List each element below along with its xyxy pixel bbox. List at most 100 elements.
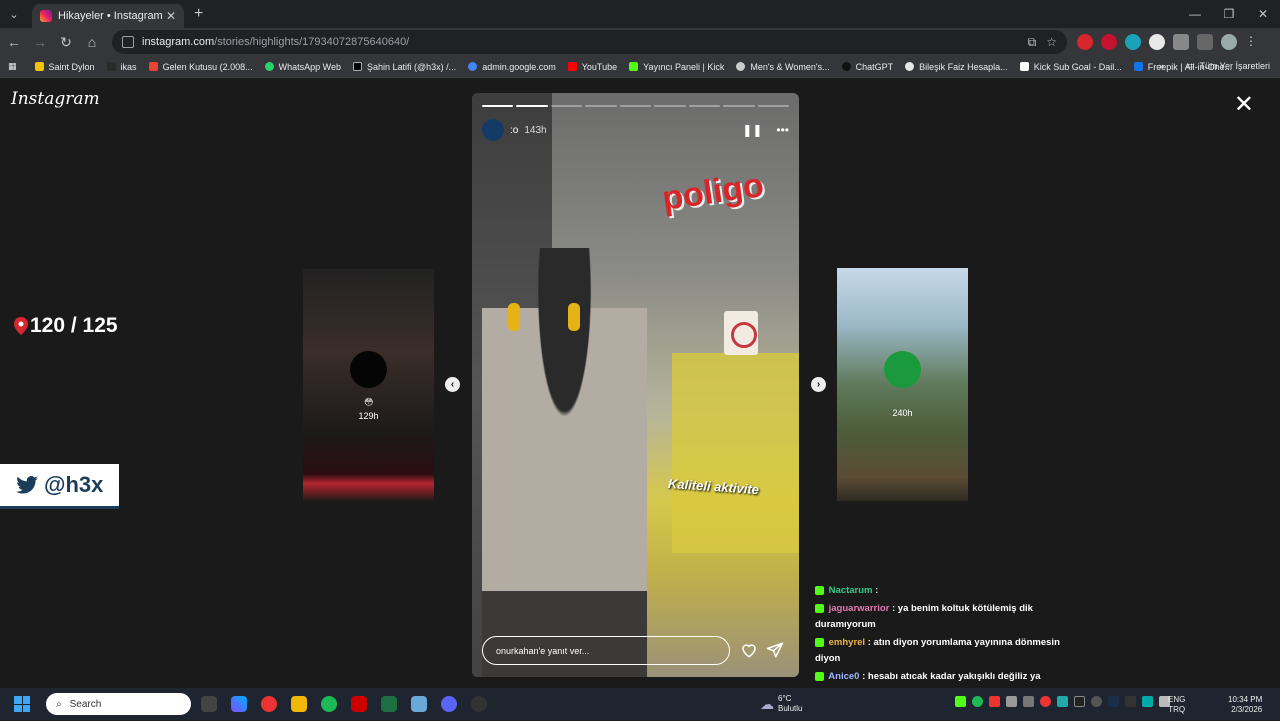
- extension-icon[interactable]: [1149, 34, 1165, 50]
- spotify-icon[interactable]: [321, 696, 337, 712]
- story-time: 129h: [358, 411, 379, 421]
- address-bar[interactable]: instagram.com/stories/highlights/1793407…: [112, 30, 1067, 54]
- current-story[interactable]: poligo :o 143h ❚❚ ••• Kaliteli aktivite …: [472, 93, 799, 677]
- tray-icon[interactable]: [1142, 696, 1153, 707]
- site-info-icon[interactable]: [122, 36, 134, 48]
- bookmark-label: Bileşik Faiz Hesapla...: [919, 61, 1008, 72]
- new-tab-icon[interactable]: +: [194, 5, 203, 23]
- bookmark-item[interactable]: ChatGPT: [841, 62, 893, 72]
- bookmark-star-icon[interactable]: ☆: [1046, 35, 1057, 49]
- all-bookmarks[interactable]: » ▭ Tüm Yer İşaretleri: [1159, 60, 1270, 71]
- tray-icon[interactable]: [1125, 696, 1136, 707]
- progress-segment: [688, 105, 721, 107]
- url-path: /stories/highlights/17934072875640640/: [214, 36, 410, 48]
- app-icon[interactable]: [351, 696, 367, 712]
- extension-icon[interactable]: [1125, 34, 1141, 50]
- copilot-icon[interactable]: [231, 696, 247, 712]
- clock[interactable]: 10:34 PM 2/3/2026: [1228, 695, 1262, 715]
- tray-icon[interactable]: [1057, 696, 1068, 707]
- lang-secondary: TRQ: [1168, 705, 1186, 714]
- pause-icon[interactable]: ❚❚: [742, 123, 762, 137]
- extensions-puzzle-icon[interactable]: [1173, 34, 1189, 50]
- previous-story-arrow-icon[interactable]: ‹: [445, 377, 460, 392]
- start-windows-icon[interactable]: [14, 696, 30, 712]
- close-icon[interactable]: ✕: [1234, 93, 1254, 117]
- clock-date: 2/3/2026: [1231, 705, 1263, 714]
- chrome-icon[interactable]: [261, 696, 277, 712]
- weather-desc: Bulutlu: [778, 704, 803, 713]
- bookmark-label: Gelen Kutusu (2.008...: [162, 61, 253, 72]
- bookmark-label: WhatsApp Web: [278, 61, 341, 72]
- tray-icon[interactable]: [972, 696, 983, 707]
- url-host: instagram.com: [142, 36, 215, 48]
- bookmark-item[interactable]: Saint Dylon: [34, 62, 95, 72]
- taskbar-search[interactable]: ⌕ Search: [46, 693, 191, 715]
- extension-icon[interactable]: [1077, 34, 1093, 50]
- chat-text: : hesabı atıcak kadar yakışıklı değiliz …: [862, 671, 1041, 682]
- minimize-icon[interactable]: —: [1178, 0, 1212, 28]
- bookmark-item[interactable]: ikas: [106, 62, 137, 72]
- send-icon[interactable]: [766, 641, 784, 659]
- bookmark-item[interactable]: YouTube: [567, 62, 617, 72]
- menu-dots-icon[interactable]: ⋮: [1245, 34, 1257, 50]
- bookmark-item[interactable]: WhatsApp Web: [264, 61, 341, 72]
- bookmark-item[interactable]: Yayıncı Paneli | Kick: [629, 62, 724, 72]
- progress-segment: [482, 105, 514, 107]
- bookmark-item[interactable]: Men's & Women's...: [736, 62, 830, 72]
- tray-icon[interactable]: [1023, 696, 1034, 707]
- browser-tab[interactable]: Hikayeler • Instagram ✕: [32, 4, 184, 28]
- kick-badge-icon: [815, 603, 824, 613]
- install-app-icon[interactable]: ⧉: [1028, 35, 1037, 50]
- discord-icon[interactable]: [441, 696, 457, 712]
- tray-icon[interactable]: [955, 696, 966, 707]
- search-icon: ⌕: [56, 698, 62, 710]
- tray-icon[interactable]: [1108, 696, 1119, 707]
- window-controls: — ❐ ✕: [1178, 0, 1280, 28]
- reply-input[interactable]: onurkahan'e yanıt ver...: [482, 636, 730, 665]
- bookmark-item[interactable]: admin.google.com: [468, 62, 556, 72]
- back-icon[interactable]: ←: [2, 30, 26, 54]
- tray-icon[interactable]: [1074, 696, 1085, 707]
- bookmark-item[interactable]: Şahin Latifi (@h3x) /...: [353, 62, 456, 72]
- bookmark-item[interactable]: Kick Sub Goal - Dail...: [1019, 62, 1122, 72]
- tray-icon[interactable]: [1091, 696, 1102, 707]
- tray-icon[interactable]: [989, 696, 1000, 707]
- bookmark-label: Şahin Latifi (@h3x) /...: [367, 61, 457, 72]
- tray-icon[interactable]: [1006, 696, 1017, 707]
- file-explorer-icon[interactable]: [291, 696, 307, 712]
- story-avatar: [884, 351, 921, 388]
- story-username[interactable]: :o: [510, 125, 518, 136]
- task-view-icon[interactable]: [201, 696, 217, 712]
- story-avatar[interactable]: [482, 119, 504, 141]
- weather-widget[interactable]: ☁ 6°C Bulutlu: [760, 694, 802, 714]
- excel-icon[interactable]: [381, 696, 397, 712]
- home-icon[interactable]: ⌂: [80, 30, 104, 54]
- next-story-preview[interactable]: 240h: [837, 268, 968, 501]
- app-icon[interactable]: [411, 696, 427, 712]
- profile-avatar[interactable]: [1221, 34, 1237, 50]
- close-window-icon[interactable]: ✕: [1246, 0, 1280, 28]
- restore-icon[interactable]: ❐: [1212, 0, 1246, 28]
- instagram-logo[interactable]: Instagram: [11, 89, 100, 109]
- tray-icon[interactable]: [1040, 696, 1051, 707]
- bookmark-item[interactable]: Bileşik Faiz Hesapla...: [905, 62, 1008, 72]
- obs-icon[interactable]: [471, 696, 487, 712]
- bookmark-item[interactable]: Gelen Kutusu (2.008...: [148, 61, 253, 72]
- close-tab-icon[interactable]: ✕: [166, 9, 176, 23]
- apps-icon[interactable]: ▦: [8, 61, 17, 72]
- bookmark-label: admin.google.com: [482, 61, 556, 72]
- reload-icon[interactable]: ↻: [54, 30, 78, 54]
- extension-icon[interactable]: [1101, 34, 1117, 50]
- story-image-target: [724, 311, 758, 355]
- next-story-arrow-icon[interactable]: ›: [811, 377, 826, 392]
- reading-list-icon[interactable]: [1197, 34, 1213, 50]
- more-bookmarks-icon[interactable]: »: [1159, 61, 1164, 71]
- more-options-icon[interactable]: •••: [776, 123, 789, 137]
- previous-story-preview[interactable]: 😳 129h: [303, 269, 434, 502]
- heart-icon[interactable]: [740, 641, 758, 659]
- language-indicator[interactable]: ENG TRQ: [1168, 695, 1185, 715]
- tab-search-icon[interactable]: ⌄: [0, 0, 28, 28]
- chat-message: emhyrel : atın diyon yorumlama yayınına …: [815, 635, 1065, 667]
- clock-time: 10:34 PM: [1228, 695, 1263, 704]
- forward-icon[interactable]: →: [28, 30, 52, 54]
